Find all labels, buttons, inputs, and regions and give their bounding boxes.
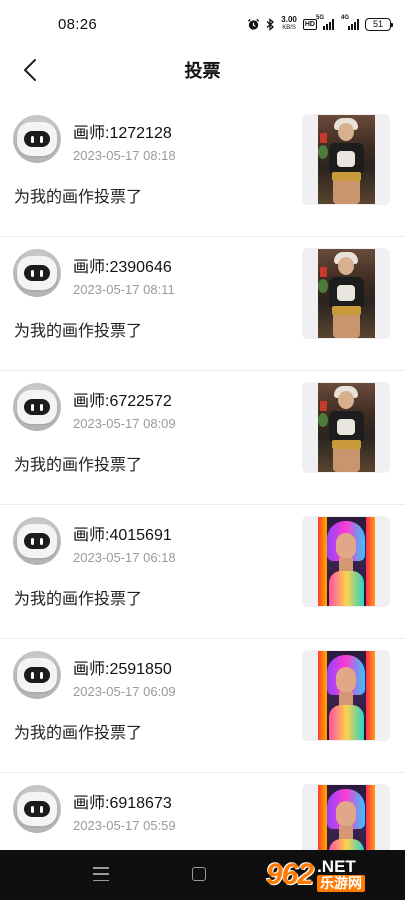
painter-name: 画师:6722572 bbox=[73, 393, 172, 410]
vote-list-item[interactable]: 画师:4015691 2023-05-17 06:18 为我的画作投票了 bbox=[0, 505, 405, 639]
vote-list: 画师:1272128 2023-05-17 08:18 为我的画作投票了 画师:… bbox=[0, 103, 405, 900]
bluetooth-icon bbox=[266, 17, 275, 31]
vote-list-item[interactable]: 画师:2591850 2023-05-17 06:09 为我的画作投票了 bbox=[0, 639, 405, 773]
robot-avatar-icon bbox=[17, 792, 57, 826]
status-bar: 08:26 3.00 KB/S HD 5G 4G 51 bbox=[0, 0, 405, 48]
vote-list-item[interactable]: 画师:6722572 2023-05-17 08:09 为我的画作投票了 bbox=[0, 371, 405, 505]
painter-name: 画师:6918673 bbox=[73, 795, 172, 812]
artwork-thumbnail[interactable] bbox=[302, 650, 390, 741]
artwork-thumbnail[interactable] bbox=[302, 382, 390, 473]
page-title: 投票 bbox=[184, 61, 221, 81]
watermark-cn: 乐游网 bbox=[317, 875, 366, 892]
robot-avatar-icon bbox=[17, 390, 57, 424]
artwork-image bbox=[317, 651, 375, 740]
avatar[interactable] bbox=[13, 249, 61, 297]
site-watermark: 962 .NET 乐游网 bbox=[266, 852, 400, 898]
chevron-left-icon bbox=[24, 59, 36, 81]
hd-icon: HD bbox=[302, 18, 317, 30]
artwork-image bbox=[317, 249, 375, 338]
painter-name: 画师:2390646 bbox=[73, 259, 172, 276]
vote-timestamp: 2023-05-17 06:18 bbox=[73, 550, 176, 565]
signal-5g-icon: 5G bbox=[316, 15, 334, 30]
artwork-thumbnail[interactable] bbox=[302, 248, 390, 339]
artwork-image bbox=[317, 383, 375, 472]
home-icon[interactable] bbox=[192, 867, 206, 881]
signal-4g-label: 4G bbox=[341, 14, 350, 21]
vote-message: 为我的画作投票了 bbox=[14, 323, 143, 340]
watermark-net: .NET bbox=[317, 857, 356, 876]
vote-list-item[interactable]: 画师:1272128 2023-05-17 08:18 为我的画作投票了 bbox=[0, 103, 405, 237]
artwork-image bbox=[317, 115, 375, 204]
robot-avatar-icon bbox=[17, 524, 57, 558]
vote-timestamp: 2023-05-17 06:09 bbox=[73, 684, 176, 699]
back-button[interactable] bbox=[16, 56, 44, 84]
robot-avatar-icon bbox=[17, 122, 57, 156]
painter-name: 画师:2591850 bbox=[73, 661, 172, 678]
avatar[interactable] bbox=[13, 651, 61, 699]
robot-avatar-icon bbox=[17, 256, 57, 290]
robot-avatar-icon bbox=[17, 658, 57, 692]
vote-timestamp: 2023-05-17 08:09 bbox=[73, 416, 176, 431]
vote-timestamp: 2023-05-17 08:11 bbox=[73, 282, 175, 297]
alarm-icon bbox=[247, 18, 260, 31]
avatar[interactable] bbox=[13, 785, 61, 833]
net-speed-unit: KB/S bbox=[282, 25, 296, 31]
artwork-image bbox=[317, 517, 375, 606]
artwork-thumbnail[interactable] bbox=[302, 114, 390, 205]
menu-icon[interactable] bbox=[93, 867, 109, 881]
painter-name: 画师:1272128 bbox=[73, 125, 172, 142]
status-time: 08:26 bbox=[58, 15, 98, 33]
watermark-logo: 962 bbox=[266, 858, 314, 891]
app-header: 投票 bbox=[0, 48, 405, 92]
vote-message: 为我的画作投票了 bbox=[14, 591, 143, 608]
vote-timestamp: 2023-05-17 05:59 bbox=[73, 818, 176, 833]
avatar[interactable] bbox=[13, 115, 61, 163]
signal-5g-label: 5G bbox=[316, 14, 325, 21]
painter-name: 画师:4015691 bbox=[73, 527, 172, 544]
vote-message: 为我的画作投票了 bbox=[14, 189, 143, 206]
avatar[interactable] bbox=[13, 517, 61, 565]
vote-list-item[interactable]: 画师:2390646 2023-05-17 08:11 为我的画作投票了 bbox=[0, 237, 405, 371]
signal-4g-icon: 4G bbox=[341, 15, 359, 30]
vote-timestamp: 2023-05-17 08:18 bbox=[73, 148, 176, 163]
vote-message: 为我的画作投票了 bbox=[14, 725, 143, 742]
avatar[interactable] bbox=[13, 383, 61, 431]
net-speed: 3.00 KB/S bbox=[281, 16, 297, 32]
artwork-thumbnail[interactable] bbox=[302, 516, 390, 607]
vote-message: 为我的画作投票了 bbox=[14, 457, 143, 474]
net-speed-value: 3.00 bbox=[281, 15, 297, 24]
status-icons: 3.00 KB/S HD 5G 4G 51 bbox=[247, 15, 393, 32]
battery-icon: 51 bbox=[365, 17, 393, 31]
